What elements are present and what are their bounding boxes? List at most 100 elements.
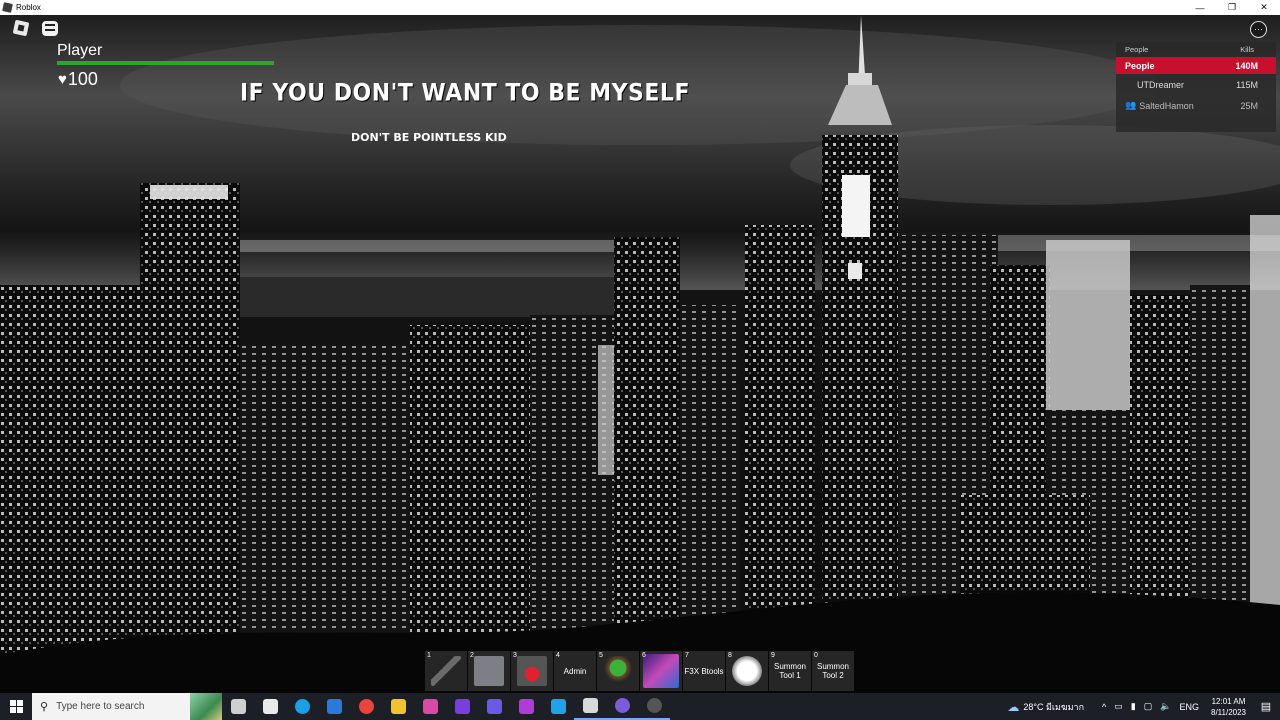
slot-label: Summon Tool 1 (773, 662, 806, 680)
slot-number: 7 (685, 652, 689, 659)
taskbar-app-media-player[interactable] (478, 693, 510, 720)
leaderboard-player-name: SaltedHamon (1139, 100, 1194, 111)
leaderboard-header: People Kills (1116, 42, 1276, 57)
network-icon[interactable]: ▭ (1114, 701, 1123, 712)
hotbar-slot-2[interactable]: 2 (468, 651, 510, 691)
slot-label: Summon Tool 2 (816, 662, 849, 680)
headline-text: IF YOU DON'T WANT TO BE MYSELF (240, 79, 690, 108)
tool-knife-icon (474, 656, 504, 686)
heart-icon: ♥ (58, 71, 67, 88)
leaderboard-row[interactable]: People 140M (1116, 57, 1276, 74)
hotbar-slot-8[interactable]: 8 (726, 651, 768, 691)
friends-icon: 👥 (1125, 100, 1137, 110)
restore-button[interactable]: ❐ (1216, 0, 1248, 15)
taskbar-app-mail[interactable] (318, 693, 350, 720)
close-button[interactable]: ✕ (1248, 0, 1280, 15)
taskbar-app-color-drop-app[interactable] (414, 693, 446, 720)
mail-icon (326, 699, 342, 714)
leaderboard-player-name: UTDreamer (1137, 79, 1185, 90)
start-button[interactable] (0, 693, 32, 720)
taskbar-app-chrome[interactable] (350, 693, 382, 720)
leaderboard-kills: 25M (1240, 100, 1258, 111)
hotbar-slot-9[interactable]: 9 Summon Tool 1 (769, 651, 811, 691)
weather-text[interactable]: 28°C มีเมฆมาก (1023, 700, 1084, 714)
input-language[interactable]: ENG (1179, 702, 1199, 712)
speaker-icon[interactable]: 🔈 (1160, 701, 1171, 712)
hotbar-slot-6[interactable]: 6 (640, 651, 682, 691)
slot-label: Admin (563, 666, 587, 676)
hotbar-slot-1[interactable]: 1 (425, 651, 467, 691)
discord-like-icon (614, 698, 630, 713)
taskbar-app-purple-app[interactable] (510, 693, 542, 720)
clock-time: 12:01 AM (1211, 696, 1246, 706)
tray-chevron-icon[interactable]: ^ (1102, 702, 1106, 712)
slot-label: F3X Btools (684, 666, 724, 676)
slot-number: 5 (599, 652, 603, 659)
search-highlight-image (190, 693, 222, 720)
purple-app-icon (518, 699, 534, 714)
game-viewport[interactable]: Player ♥ 100 IF YOU DON'T WANT TO BE MYS… (0, 15, 1280, 693)
slot-number: 1 (427, 652, 431, 659)
leaderboard: People Kills People 140M UTDreamer 115M … (1116, 42, 1276, 132)
subline-text: DON'T BE POINTLESS KID (351, 131, 507, 144)
taskbar: ⚲ Type here to search ☁ 28°C มีเมฆมาก ^ … (0, 693, 1280, 720)
taskbar-app-obs[interactable] (638, 693, 670, 720)
leaderboard-col-player: People (1125, 45, 1149, 54)
chat-button[interactable] (42, 21, 58, 36)
obs-icon (646, 698, 662, 713)
hotbar-slot-4[interactable]: 4 Admin (554, 651, 596, 691)
slot-number: 6 (642, 652, 646, 659)
taskbar-search[interactable]: ⚲ Type here to search (32, 693, 222, 720)
chrome-icon (358, 699, 374, 714)
taskbar-apps (222, 693, 670, 720)
leaderboard-player-cell: 👥 SaltedHamon (1125, 100, 1194, 111)
hotbar-slot-3[interactable]: 3 (511, 651, 553, 691)
notification-icon[interactable]: ▤ (1256, 700, 1276, 713)
windows-logo-icon (9, 700, 23, 713)
roblox-studio-icon (550, 699, 566, 714)
taskbar-app-roblox-studio[interactable] (542, 693, 574, 720)
more-options-icon[interactable]: ⋯ (1250, 21, 1267, 38)
hotbar-slot-7[interactable]: 7 F3X Btools (683, 651, 725, 691)
slot-number: 2 (470, 652, 474, 659)
clock[interactable]: 12:01 AM 8/11/2023 (1211, 696, 1246, 718)
roblox-menu-button[interactable] (12, 19, 30, 37)
taskbar-app-video-editor[interactable] (446, 693, 478, 720)
tool-plant-icon (603, 656, 633, 686)
leaderboard-row[interactable]: UTDreamer 115M (1116, 74, 1276, 95)
display-icon[interactable]: ▢ (1144, 701, 1153, 712)
media-player-icon (486, 699, 502, 714)
leaderboard-player-name: People (1125, 60, 1155, 71)
edge-icon (294, 699, 310, 714)
battery-icon[interactable]: ▮ (1131, 701, 1136, 712)
tool-orb-icon (732, 656, 762, 686)
hotbar: 1 2 3 4 Admin 5 6 7 F3X Btools 8 9 Summon T… (425, 651, 854, 691)
system-tray: ☁ 28°C มีเมฆมาก ^ ▭ ▮ ▢ 🔈 ENG 12:01 AM 8… (1007, 693, 1280, 720)
taskbar-app-discord-like[interactable] (606, 693, 638, 720)
taskbar-app-file-explorer[interactable] (382, 693, 414, 720)
city-skyline-background (0, 15, 1280, 693)
roblox-logo-icon (2, 2, 13, 13)
health-value: 100 (67, 69, 98, 89)
taskbar-app-roblox[interactable] (574, 693, 606, 720)
hotbar-slot-5[interactable]: 5 (597, 651, 639, 691)
leaderboard-kills: 115M (1236, 79, 1258, 90)
task-view-icon (230, 699, 246, 714)
taskbar-app-task-view[interactable] (222, 693, 254, 720)
taskbar-app-edge[interactable] (286, 693, 318, 720)
leaderboard-row[interactable]: 👥 SaltedHamon 25M (1116, 95, 1276, 116)
slot-number: 9 (771, 652, 775, 659)
slot-number: 0 (814, 652, 818, 659)
leaderboard-col-kills: Kills (1240, 45, 1254, 54)
health-readout: ♥ 100 (58, 69, 98, 90)
taskbar-app-microsoft-store[interactable] (254, 693, 286, 720)
health-bar-fill (57, 61, 274, 65)
tool-galaxy-icon (643, 654, 679, 688)
player-name: Player (57, 42, 103, 59)
minimize-button[interactable]: — (1184, 0, 1216, 15)
tool-potion-icon (517, 656, 547, 686)
hotbar-slot-0[interactable]: 0 Summon Tool 2 (812, 651, 854, 691)
leaderboard-kills: 140M (1235, 60, 1258, 71)
search-icon: ⚲ (40, 701, 49, 713)
window-title: Roblox (16, 3, 41, 12)
